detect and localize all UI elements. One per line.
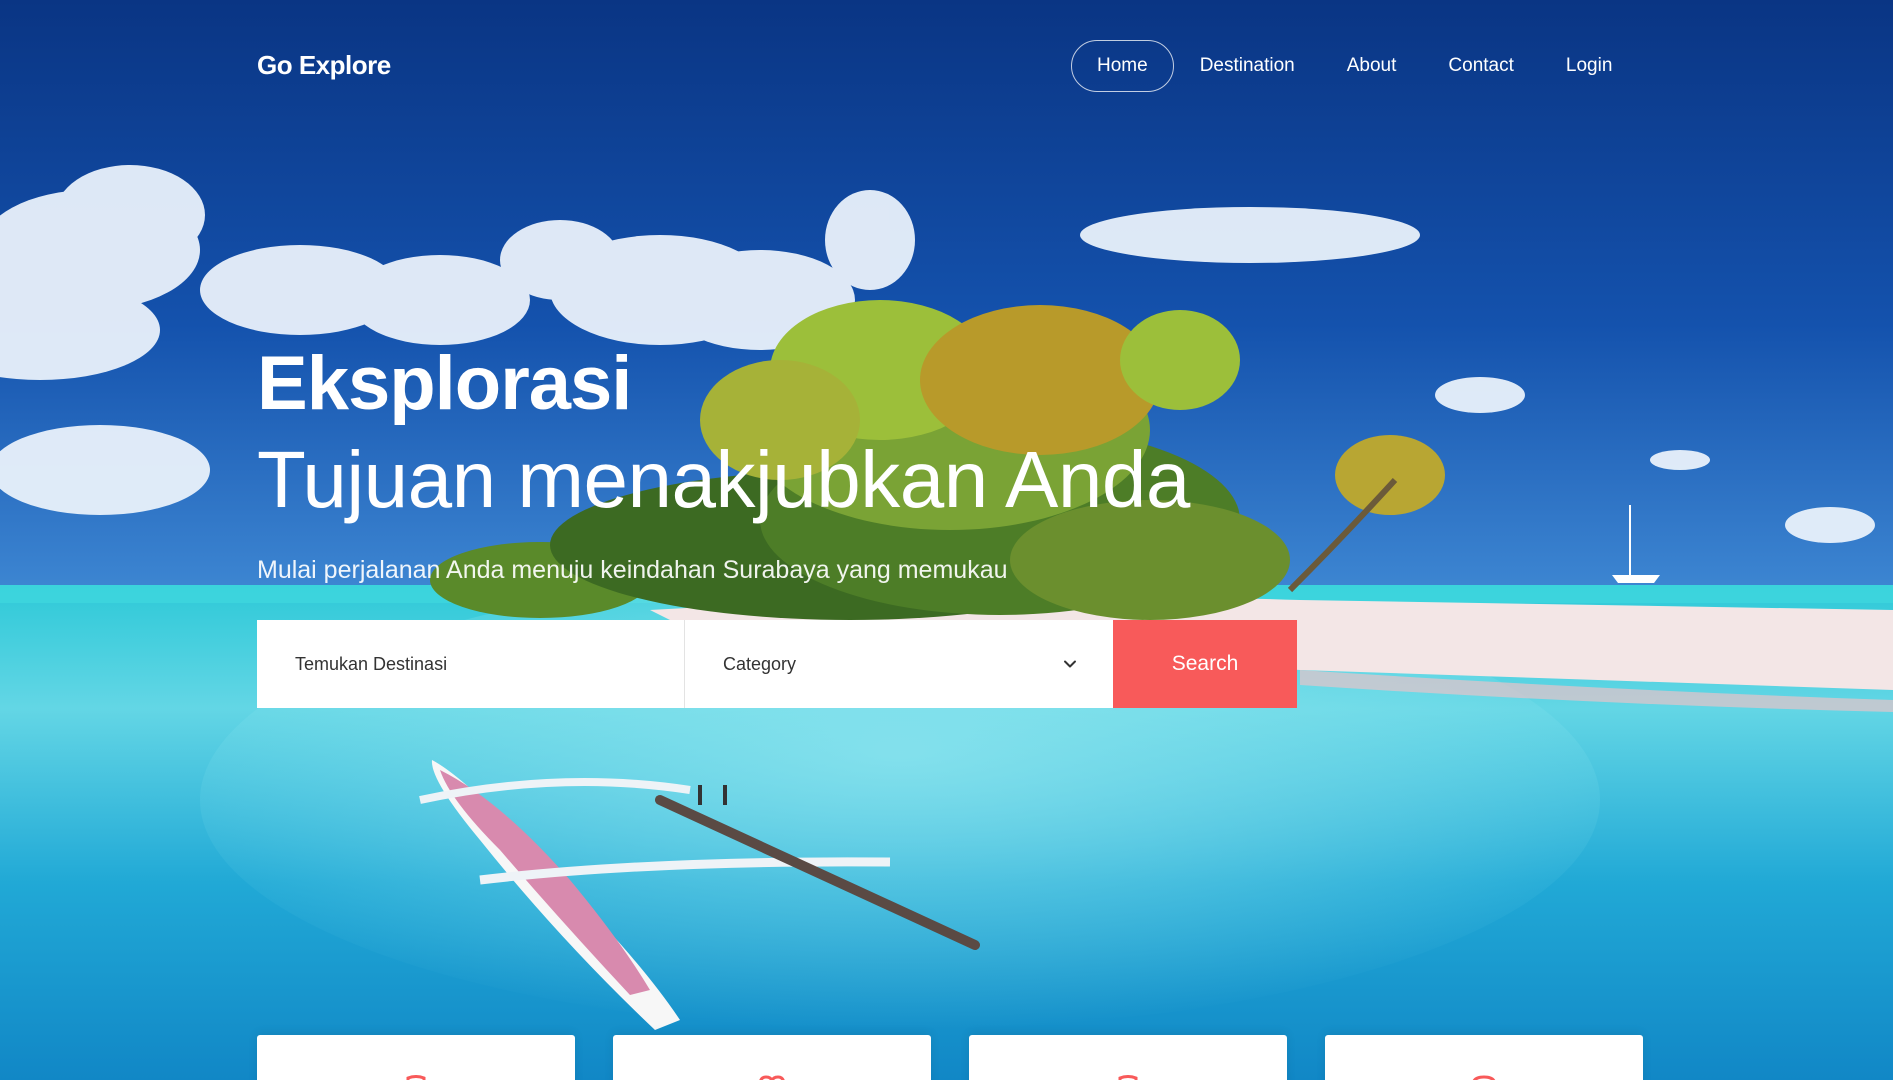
nav-item-contact[interactable]: Contact (1422, 40, 1539, 92)
nav-item-about[interactable]: About (1321, 40, 1423, 92)
circle-icon (1472, 1075, 1496, 1080)
nav-item-destination[interactable]: Destination (1174, 40, 1321, 92)
category-select[interactable]: Category (685, 620, 1113, 708)
main-nav: Home Destination About Contact Login (1071, 40, 1638, 92)
hero-title: Eksplorasi (257, 341, 632, 426)
heart-icon (759, 1075, 785, 1080)
feature-card[interactable] (257, 1035, 575, 1080)
category-label: Category (723, 653, 797, 674)
brand-logo[interactable]: Go Explore (257, 50, 391, 81)
feature-card[interactable] (969, 1035, 1287, 1080)
hero-section: Go Explore Home Destination About Contac… (0, 0, 1893, 1080)
chevron-down-icon (1064, 660, 1076, 668)
search-bar: Temukan Destinasi Category Search (257, 620, 1297, 708)
hero-description: Mulai perjalanan Anda menuju keindahan S… (257, 556, 1008, 584)
hero-background-image (0, 0, 1893, 1080)
nav-item-home[interactable]: Home (1071, 40, 1174, 92)
destination-search-input[interactable]: Temukan Destinasi (257, 620, 685, 708)
search-button[interactable]: Search (1113, 620, 1297, 708)
building-icon (1118, 1075, 1138, 1080)
destination-placeholder: Temukan Destinasi (295, 653, 448, 674)
nav-item-login[interactable]: Login (1540, 40, 1639, 92)
hero-subtitle: Tujuan menakjubkan Anda (257, 435, 1190, 524)
feature-card[interactable] (613, 1035, 931, 1080)
feature-card[interactable] (1325, 1035, 1643, 1080)
building-icon (406, 1075, 426, 1080)
